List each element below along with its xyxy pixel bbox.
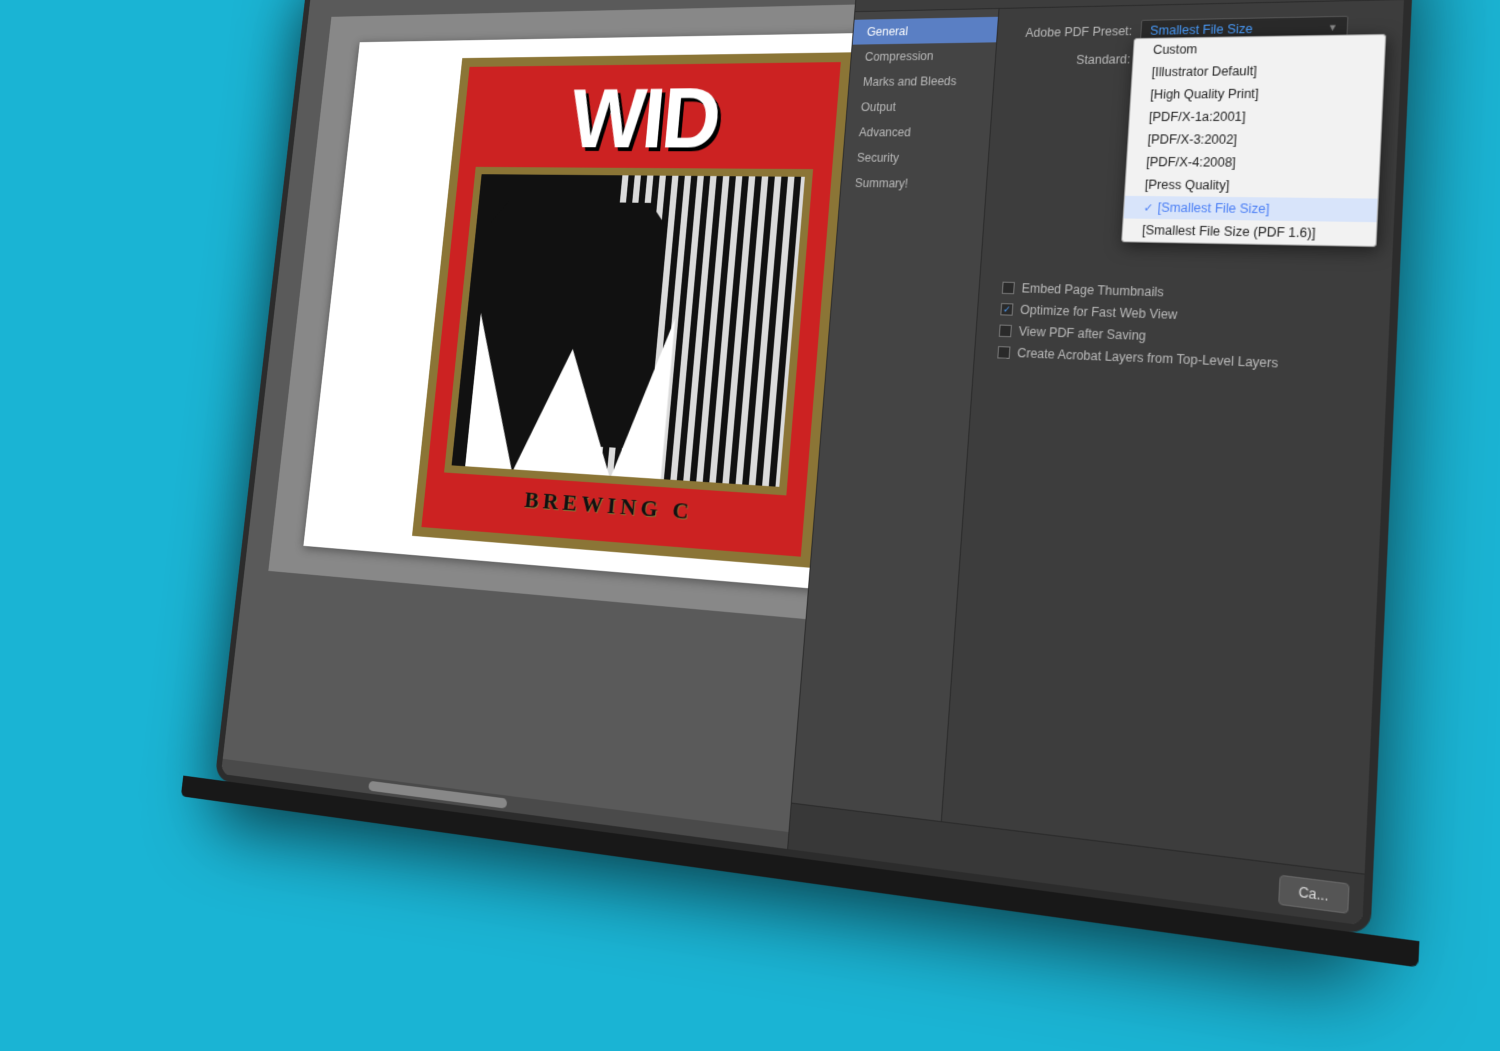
sidebar-item-security[interactable]: Security — [843, 145, 989, 171]
cancel-button[interactable]: Ca... — [1278, 874, 1350, 913]
label-top-text: WID — [566, 71, 722, 168]
dropdown-item-pdfx1a[interactable]: [PDF/X-1a:2001] — [1129, 105, 1382, 129]
dialog-body: General Compression Marks and Bleeds Out… — [792, 0, 1404, 874]
laptop-wrapper:  Illustrator File Edit Object Type Sele… — [215, 0, 1416, 935]
dropdown-item-smallest-pdf16[interactable]: [Smallest File Size (PDF 1.6)] — [1122, 218, 1376, 245]
save-pdf-dialog: Save Adobe PDF General Compression Marks… — [787, 0, 1405, 925]
sidebar-item-marks-bleeds[interactable]: Marks and Bleeds — [849, 68, 995, 95]
dropdown-item-pdfx3[interactable]: [PDF/X-3:2002] — [1128, 128, 1381, 151]
label-artwork: WID — [412, 52, 851, 567]
checkbox-thumbnails-label: Embed Page Thumbnails — [1021, 281, 1164, 299]
sidebar-item-general[interactable]: General — [853, 17, 998, 45]
page-background:  Illustrator File Edit Object Type Sele… — [0, 0, 1500, 1051]
checkbox-acrobat[interactable] — [997, 346, 1010, 359]
preset-dropdown-arrow: ▼ — [1327, 22, 1338, 33]
checkbox-acrobat-label: Create Acrobat Layers from Top-Level Lay… — [1017, 346, 1279, 371]
checkbox-optimize-label: Optimize for Fast Web View — [1020, 303, 1178, 322]
checkmark-icon: ✓ — [1143, 201, 1154, 215]
checkboxes-section: Embed Page Thumbnails ✓ Optimize for Fas… — [991, 280, 1372, 374]
dialog-main-content: Adobe PDF Preset: Smallest File Size ▼ S… — [942, 0, 1404, 874]
dropdown-item-smallest-size-label: [Smallest File Size] — [1157, 200, 1270, 216]
sidebar-item-compression[interactable]: Compression — [851, 42, 997, 69]
preset-label: Adobe PDF Preset: — [1013, 24, 1132, 40]
checkbox-thumbnails[interactable] — [1002, 282, 1015, 295]
standard-label: Standard: — [1011, 52, 1130, 68]
dropdown-item-custom[interactable]: Custom — [1133, 35, 1385, 61]
sidebar-item-output[interactable]: Output — [847, 94, 993, 120]
dropdown-item-illustrator-default[interactable]: [Illustrator Default] — [1132, 58, 1384, 83]
preset-dropdown-menu: Custom [Illustrator Default] [High Quali… — [1121, 34, 1386, 247]
dropdown-item-pdfx4[interactable]: [PDF/X-4:2008] — [1126, 151, 1379, 175]
dropdown-item-high-quality[interactable]: [High Quality Print] — [1131, 81, 1383, 105]
sidebar-item-summary[interactable]: Summary! — [841, 170, 987, 197]
checkbox-row-thumbnails: Embed Page Thumbnails — [996, 280, 1373, 305]
laptop-screen:  Illustrator File Edit Object Type Sele… — [215, 0, 1416, 935]
sidebar-item-advanced[interactable]: Advanced — [845, 119, 991, 145]
dropdown-item-press-quality[interactable]: [Press Quality] — [1125, 173, 1379, 198]
checkbox-optimize[interactable]: ✓ — [1000, 303, 1013, 316]
checkbox-optimize-check: ✓ — [1003, 304, 1012, 315]
label-emblem — [444, 167, 813, 496]
illustrator-canvas: WID — [221, 0, 1406, 925]
checkbox-view[interactable] — [999, 325, 1012, 338]
label-bottom-text: BREWING C — [523, 488, 694, 526]
checkbox-view-label: View PDF after Saving — [1018, 324, 1146, 343]
